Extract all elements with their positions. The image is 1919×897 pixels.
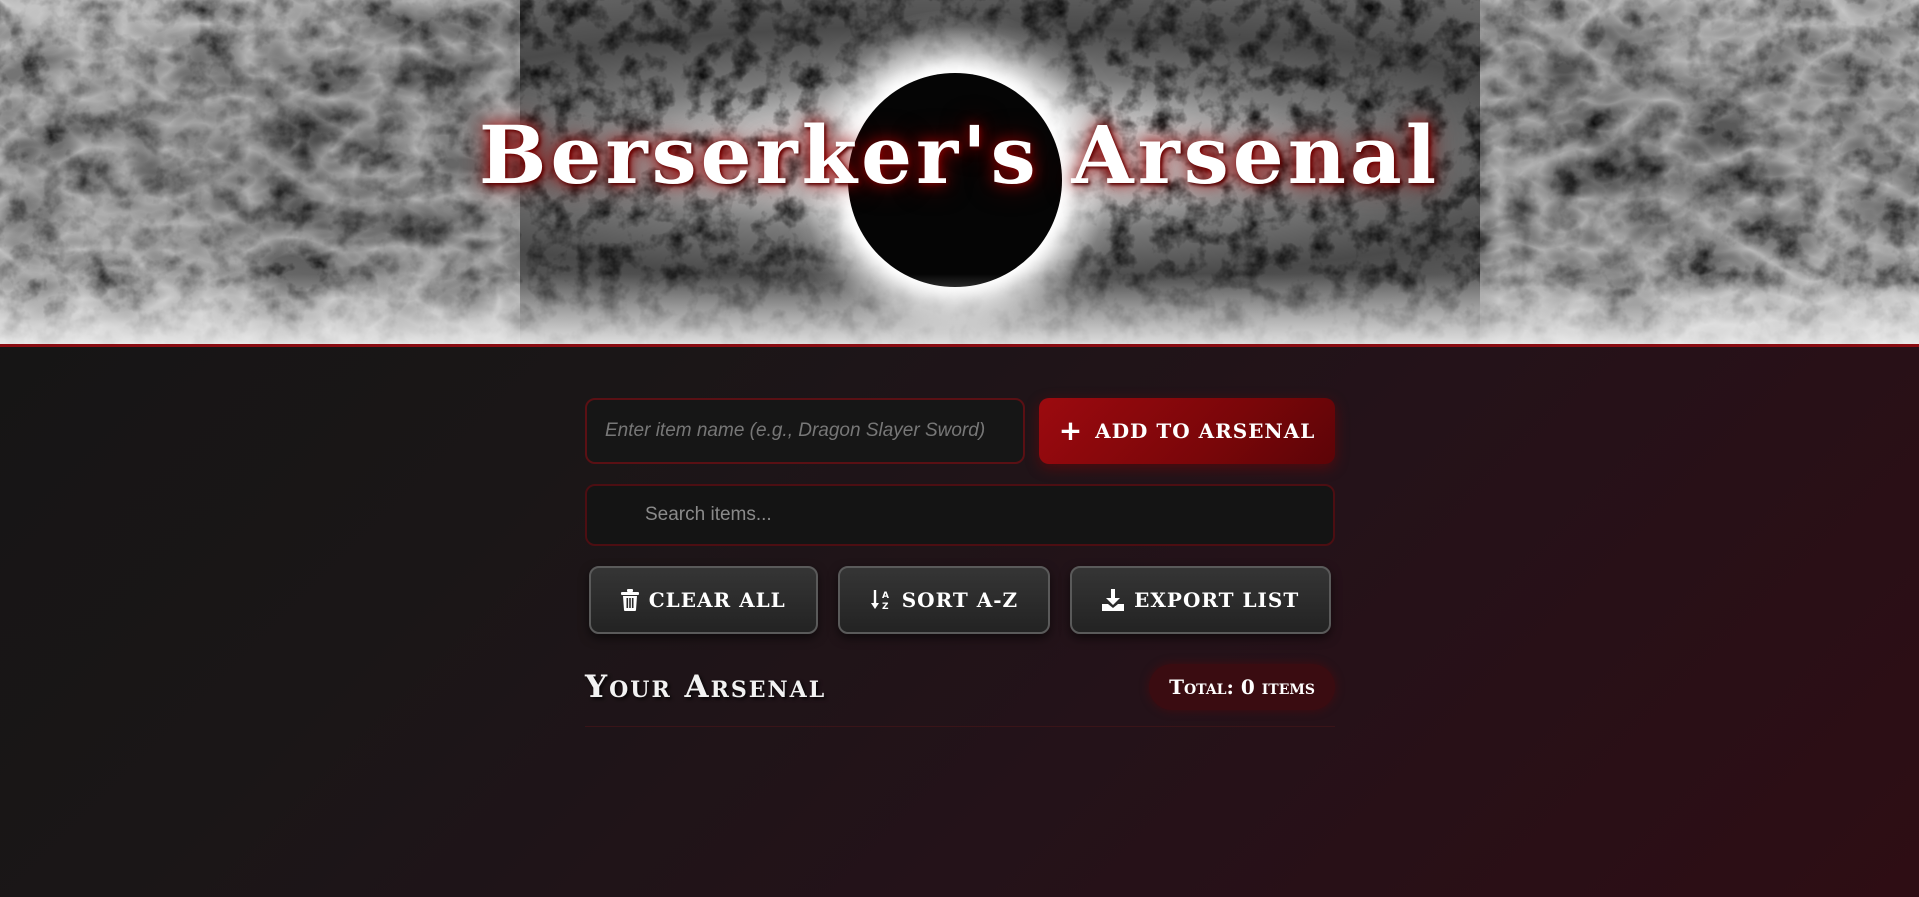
total-count-badge: Total: 0 items xyxy=(1149,664,1335,710)
search-input[interactable] xyxy=(585,484,1335,546)
arsenal-header: Your Arsenal Total: 0 items xyxy=(585,664,1335,727)
action-toolbar: CLEAR ALL A Z SORT A-Z EXPORT LIST xyxy=(585,566,1335,634)
arsenal-panel: + ADD TO ARSENAL CLEAR ALL xyxy=(585,398,1335,727)
svg-text:A: A xyxy=(882,591,890,601)
plus-icon: + xyxy=(1058,414,1084,447)
add-to-arsenal-button[interactable]: + ADD TO ARSENAL xyxy=(1039,398,1335,464)
item-name-input[interactable] xyxy=(585,398,1025,464)
svg-text:Z: Z xyxy=(882,602,890,611)
export-list-label: EXPORT LIST xyxy=(1134,588,1300,612)
page-title: Berserker's Arsenal xyxy=(478,108,1441,202)
download-icon xyxy=(1102,589,1125,611)
arsenal-title: Your Arsenal xyxy=(585,669,827,705)
sort-alpha-icon: A Z xyxy=(870,589,892,611)
add-item-form: + ADD TO ARSENAL xyxy=(585,398,1335,464)
export-list-button[interactable]: EXPORT LIST xyxy=(1070,566,1332,634)
header-banner: Berserker's Arsenal xyxy=(0,0,1919,347)
sort-az-label: SORT A-Z xyxy=(901,588,1019,612)
trash-icon xyxy=(620,589,639,611)
add-button-label: ADD TO ARSENAL xyxy=(1095,419,1316,443)
clear-all-button[interactable]: CLEAR ALL xyxy=(588,566,818,634)
sort-az-button[interactable]: A Z SORT A-Z xyxy=(837,566,1051,634)
clear-all-label: CLEAR ALL xyxy=(648,588,786,612)
